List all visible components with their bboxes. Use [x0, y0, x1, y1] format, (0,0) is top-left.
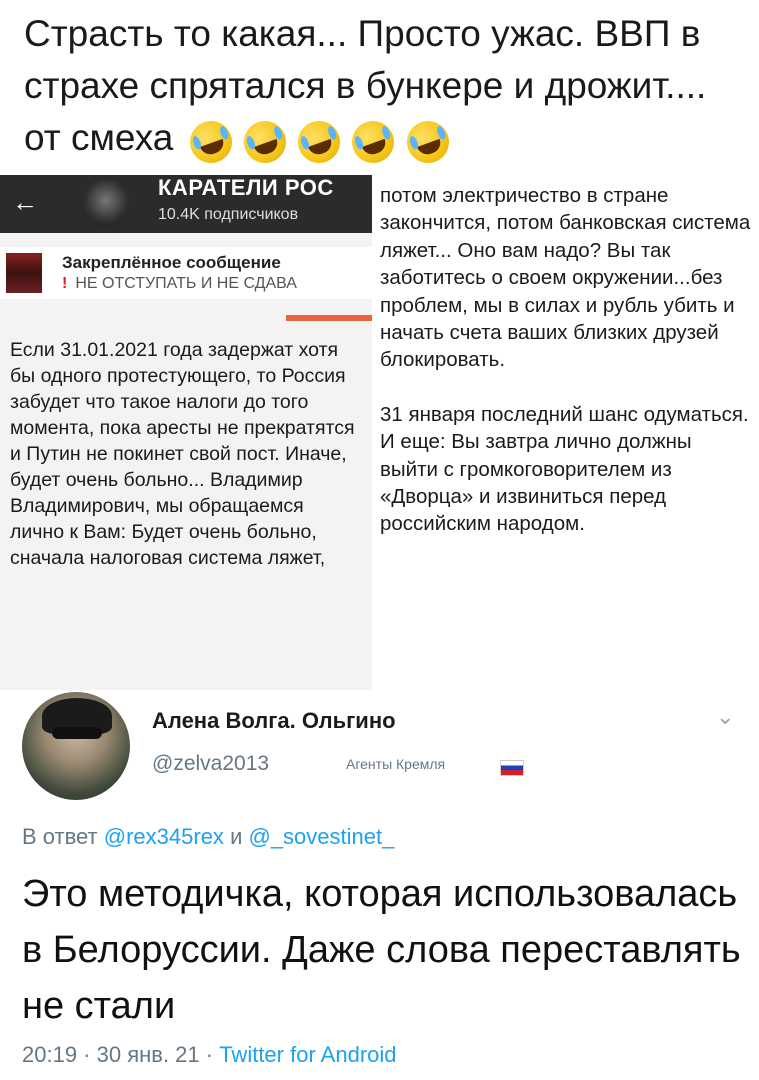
channel-header: ← КАРАТЕЛИ РОС 10.4K подписчиков: [0, 175, 372, 233]
post-continuation: потом электричество в стране закончится,…: [380, 182, 755, 538]
pinned-text: ! НЕ ОТСТУПАТЬ И НЕ СДАВА: [62, 275, 297, 293]
rolling-on-floor-laughing-icon: [400, 115, 455, 170]
pinned-message[interactable]: Закреплённое сообщение ! НЕ ОТСТУПАТЬ И Н…: [0, 247, 372, 299]
exclamation-icon: !: [62, 275, 68, 292]
post-paragraph: потом электричество в стране закончится,…: [380, 184, 751, 372]
caption: Страсть то какая... Просто ужас. ВВП в с…: [24, 8, 744, 170]
unread-indicator: [286, 315, 372, 321]
emoji-row: [183, 114, 455, 170]
pinned-text-label: НЕ ОТСТУПАТЬ И НЕ СДАВА: [75, 275, 297, 292]
back-arrow-icon[interactable]: ←: [12, 187, 38, 218]
subscriber-count: 10.4K подписчиков: [158, 206, 299, 223]
pinned-title: Закреплённое сообщение: [62, 253, 281, 272]
mention-link[interactable]: @_sovestinet_: [248, 824, 394, 849]
pinned-thumbnail: [6, 253, 42, 293]
tweet-meta: 20:19 · 30 янв. 21 · Twitter for Android: [22, 1042, 397, 1068]
tweet-body: Это методичка, которая использовалась в …: [22, 873, 741, 1027]
tweet-author-handle[interactable]: @zelva2013: [152, 752, 269, 776]
post-paragraph: 31 января последний шанс одуматься. И ещ…: [380, 402, 749, 536]
tweet-client-link[interactable]: Twitter for Android: [219, 1042, 396, 1067]
rolling-on-floor-laughing-icon: [238, 115, 292, 170]
tweet-author-name[interactable]: Алена Волга. Ольгино: [152, 708, 396, 734]
chevron-down-icon[interactable]: ⌄: [716, 704, 734, 730]
rolling-on-floor-laughing-icon: [183, 115, 238, 170]
tweet-timestamp[interactable]: 20:19 · 30 янв. 21 ·: [22, 1042, 213, 1067]
avatar[interactable]: [22, 692, 130, 800]
channel-avatar[interactable]: [82, 179, 130, 227]
avatar-glasses: [52, 727, 102, 739]
post-text: Если 31.01.2021 года задержат хотя бы од…: [10, 339, 355, 569]
telegram-screenshot: ← КАРАТЕЛИ РОС 10.4K подписчиков Закрепл…: [0, 175, 372, 690]
mention-link[interactable]: @rex345rex: [104, 824, 224, 849]
russia-flag-icon: [500, 760, 524, 776]
rolling-on-floor-laughing-icon: [346, 115, 401, 170]
rolling-on-floor-laughing-icon: [292, 115, 347, 170]
reply-to-line: В ответ @rex345rex и @_sovestinet_: [22, 824, 394, 850]
account-label: Агенты Кремля: [346, 756, 446, 772]
reply-and: и: [230, 824, 243, 849]
reply-prefix: В ответ: [22, 824, 98, 849]
channel-title[interactable]: КАРАТЕЛИ РОС: [158, 175, 334, 201]
